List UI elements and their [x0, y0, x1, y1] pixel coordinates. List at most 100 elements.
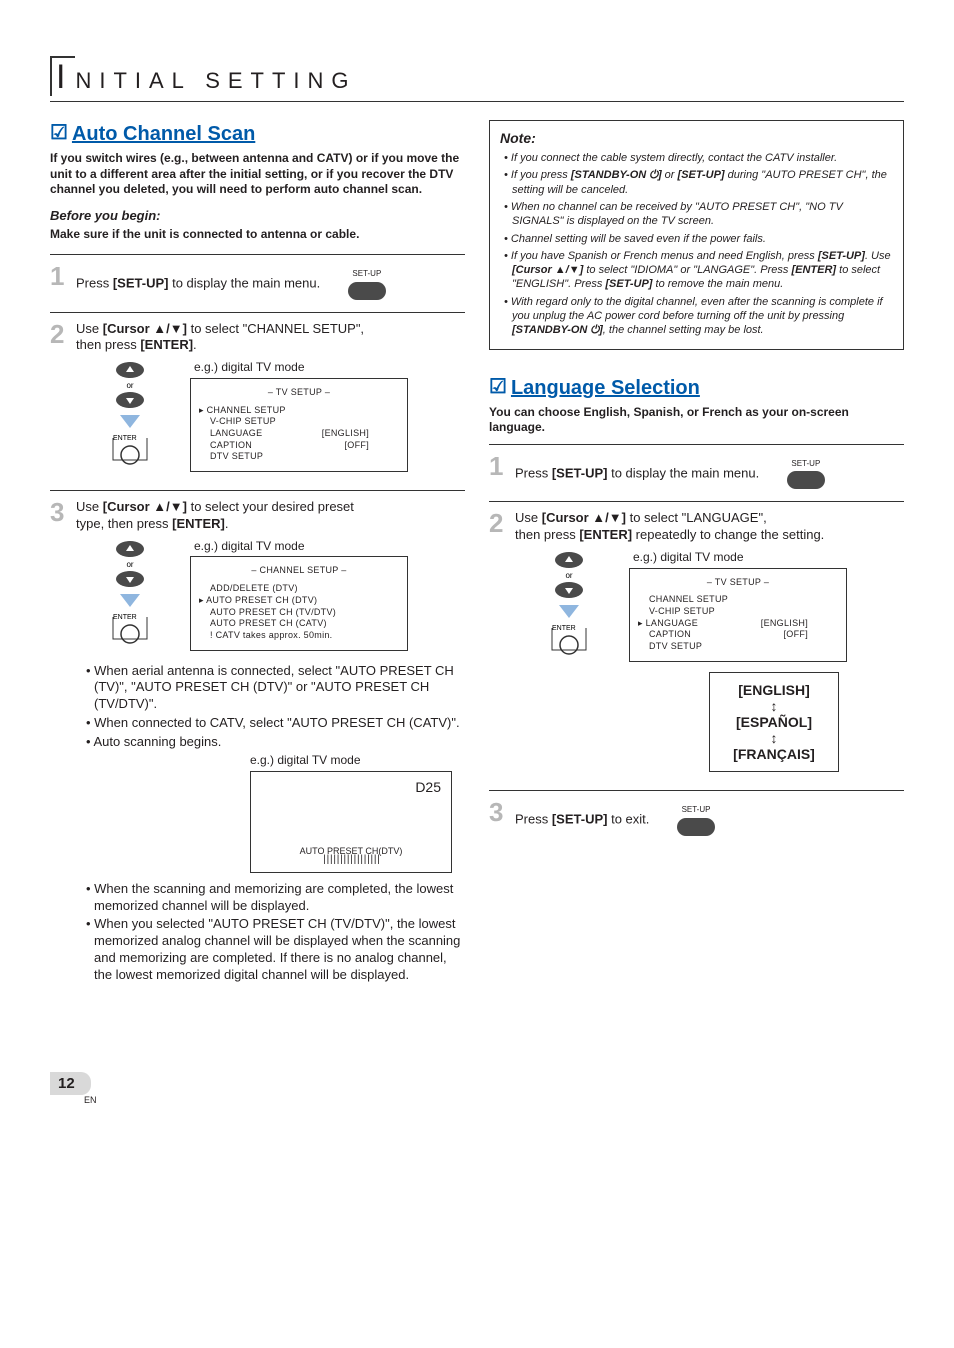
bullet: • When connected to CATV, select "AUTO P… — [86, 715, 465, 732]
step-text: type, then press — [76, 516, 172, 531]
standby-button-ref: [STANDBY-ON ⏻] — [571, 169, 662, 181]
menu-item: AUTO PRESET CH (DTV) — [199, 595, 399, 607]
progress-bar: | | | | | | | | | | | | | | | | | — [323, 853, 379, 866]
page-locale: EN — [84, 1095, 904, 1107]
step3-bullets-2: • When the scanning and memorizing are c… — [86, 881, 465, 984]
setup-remote-button: SET-UP — [677, 805, 715, 835]
menu-item: V-CHIP SETUP — [199, 416, 399, 428]
bullet: • When aerial antenna is connected, sele… — [86, 663, 465, 714]
divider — [50, 254, 465, 255]
step3-bullets: • When aerial antenna is connected, sele… — [86, 663, 465, 751]
divider — [50, 312, 465, 313]
cursor-button-ref: [Cursor ▲/▼] — [103, 499, 187, 514]
note-text: • If you press — [504, 169, 571, 181]
right-column: Note: • If you connect the cable system … — [489, 120, 904, 992]
auto-preset-progress: D25 AUTO PRESET CH(DTV) | | | | | | | | … — [250, 771, 452, 873]
step-text: Use — [515, 510, 542, 525]
menu-item: CHANNEL SETUP — [638, 594, 838, 606]
svg-text:or: or — [126, 560, 133, 569]
step-text: to exit. — [607, 812, 649, 827]
channel-number: D25 — [415, 778, 441, 796]
menu-value: [OFF] — [784, 629, 809, 641]
divider — [489, 501, 904, 502]
page-number: 12 — [50, 1072, 91, 1096]
step-text: Use — [76, 499, 103, 514]
setup-remote-button: SET-UP — [348, 269, 386, 299]
auto-channel-scan-heading: ☑Auto Channel Scan — [50, 120, 465, 147]
enter-button-ref: [ENTER] — [579, 527, 632, 542]
page-footer: 12 EN — [50, 1072, 904, 1107]
menu-title: – CHANNEL SETUP – — [199, 565, 399, 577]
setup-button-ref: [SET-UP] — [552, 812, 608, 827]
lang-option: [ESPAÑOL] — [714, 713, 834, 731]
language-selection-heading: ☑Language Selection — [489, 374, 904, 401]
svg-text:ENTER: ENTER — [113, 435, 137, 442]
bullet: • When you selected "AUTO PRESET CH (TV/… — [86, 916, 465, 984]
setup-button-ref: [SET-UP] — [605, 278, 652, 290]
note-item: • With regard only to the digital channe… — [500, 295, 893, 338]
channel-setup-menu: – CHANNEL SETUP – ADD/DELETE (DTV) AUTO … — [190, 556, 408, 650]
step-text: to display the main menu. — [168, 276, 320, 291]
setup-remote-button: SET-UP — [787, 459, 825, 489]
remote-button-icon — [677, 818, 715, 836]
step-text: . — [225, 516, 229, 531]
example-label: e.g.) digital TV mode — [194, 539, 408, 555]
remote-button-icon — [348, 282, 386, 300]
right-step2: 2 Use [Cursor ▲/▼] to select "LANGUAGE",… — [489, 510, 904, 784]
menu-item: CHANNEL SETUP — [199, 405, 399, 417]
step-number: 2 — [50, 321, 76, 485]
menu-item: LANGUAGE[ENGLISH] — [638, 618, 838, 630]
menu-key: CAPTION — [649, 629, 691, 639]
language-intro: You can choose English, Spanish, or Fren… — [489, 405, 904, 436]
right-step3: 3 Press [SET-UP] to exit. SET-UP — [489, 799, 904, 841]
example-label: e.g.) digital TV mode — [250, 753, 465, 769]
setup-button-ref: [SET-UP] — [818, 250, 865, 262]
divider — [50, 490, 465, 491]
step-text: Use — [76, 321, 103, 336]
cursor-button-ref: [Cursor ▲/▼] — [103, 321, 187, 336]
step-text: to select "LANGUAGE", — [626, 510, 767, 525]
bullet: • When the scanning and memorizing are c… — [86, 881, 465, 915]
standby-button-ref: [STANDBY-ON ⏻] — [512, 324, 603, 336]
svg-text:or: or — [126, 381, 133, 390]
svg-text:ENTER: ENTER — [552, 625, 576, 632]
note-item: • If you connect the cable system direct… — [500, 151, 893, 165]
step-text: . — [193, 337, 197, 352]
menu-value: [ENGLISH] — [322, 428, 369, 440]
step-text: to display the main menu. — [607, 465, 759, 480]
note-box: Note: • If you connect the cable system … — [489, 120, 904, 350]
svg-text:or: or — [565, 571, 572, 580]
bullet: • Auto scanning begins. — [86, 734, 465, 751]
note-text: to remove the main menu. — [652, 278, 783, 290]
menu-item: CAPTION [OFF] — [638, 629, 838, 641]
setup-button-ref: [SET-UP] — [678, 169, 725, 181]
divider — [489, 790, 904, 791]
menu-item: ADD/DELETE (DTV) — [199, 583, 399, 595]
note-text: or — [662, 169, 678, 181]
menu-item: AUTO PRESET CH (TV/DTV) — [199, 607, 399, 619]
menu-item: DTV SETUP — [638, 641, 838, 653]
step-text: Press — [515, 812, 552, 827]
remote-button-icon — [787, 471, 825, 489]
cursor-button-ref: [Cursor ▲/▼] — [542, 510, 626, 525]
cursor-enter-icon: or ENTER — [544, 550, 594, 660]
svg-text:ENTER: ENTER — [113, 614, 137, 621]
left-step1: 1 Press [SET-UP] to display the main men… — [50, 263, 465, 305]
right-step1: 1 Press [SET-UP] to display the main men… — [489, 453, 904, 495]
tv-setup-menu: – TV SETUP – CHANNEL SETUP V-CHIP SETUP … — [629, 568, 847, 662]
header-first-letter: I — [50, 56, 75, 96]
tv-setup-menu: – TV SETUP – CHANNEL SETUP V-CHIP SETUP … — [190, 378, 408, 472]
menu-item: AUTO PRESET CH (CATV) — [199, 618, 399, 630]
note-text: • With regard only to the digital channe… — [504, 296, 883, 322]
note-item: • If you press [STANDBY-ON ⏻] or [SET-UP… — [500, 168, 893, 197]
step-number: 3 — [489, 799, 515, 841]
setup-button-ref: [SET-UP] — [113, 276, 169, 291]
menu-key: CAPTION — [210, 440, 252, 450]
left-step2: 2 Use [Cursor ▲/▼] to select "CHANNEL SE… — [50, 321, 465, 485]
menu-key: LANGUAGE — [646, 618, 698, 628]
setup-button-ref: [SET-UP] — [552, 465, 608, 480]
step-number: 1 — [489, 453, 515, 495]
step-text: repeatedly to change the setting. — [632, 527, 824, 542]
section-header: INITIAL SETTING — [50, 55, 904, 102]
menu-title: – TV SETUP – — [638, 577, 838, 589]
